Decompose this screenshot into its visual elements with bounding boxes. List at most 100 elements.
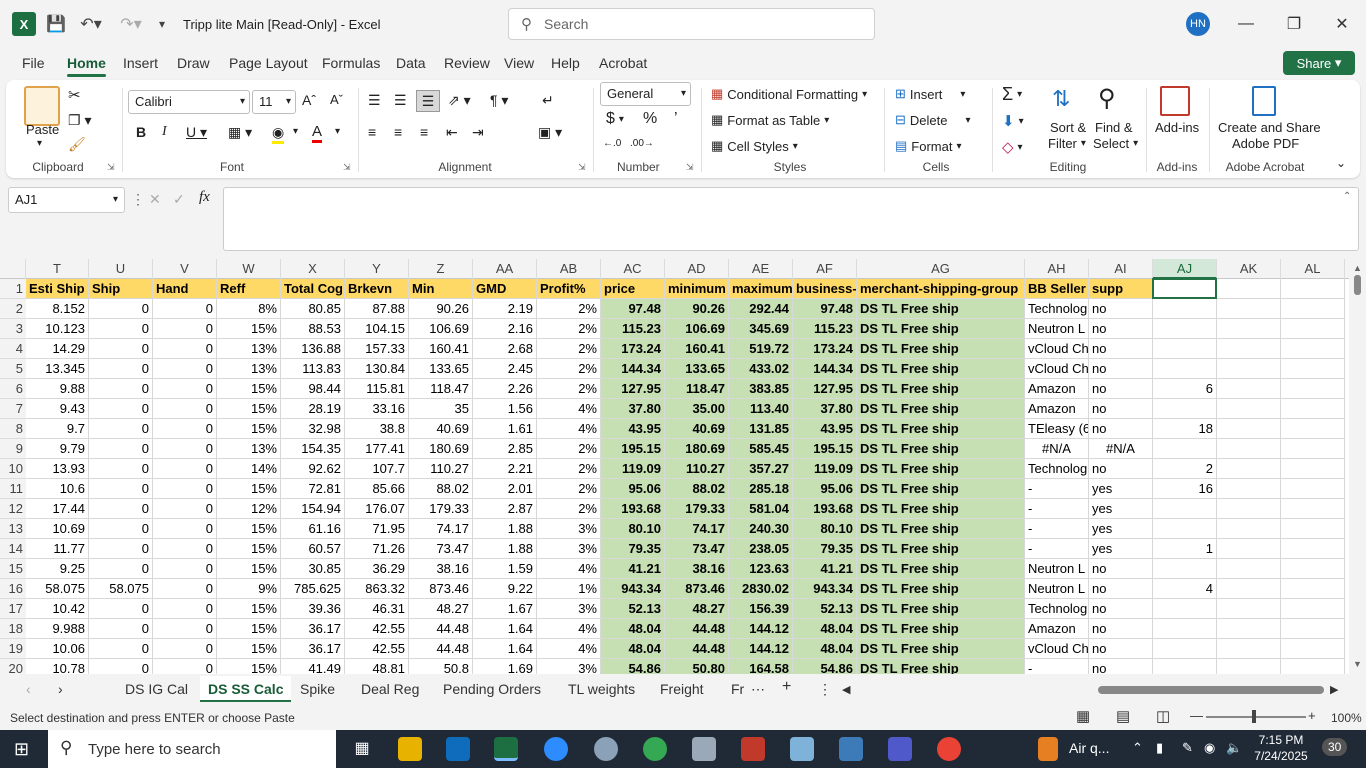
table-cell[interactable]: no [1089, 639, 1153, 659]
table-cell[interactable] [1281, 619, 1345, 639]
table-cell[interactable]: 433.02 [729, 359, 793, 379]
table-cell[interactable]: 15% [217, 319, 281, 339]
table-cell[interactable]: 180.69 [665, 439, 729, 459]
table-cell[interactable]: 106.69 [665, 319, 729, 339]
table-cell[interactable]: DS TL Free ship [857, 439, 1025, 459]
table-cell[interactable]: 44.48 [665, 639, 729, 659]
table-cell[interactable]: 0 [89, 499, 153, 519]
page-break-view-icon[interactable]: ◫ [1156, 707, 1170, 725]
table-cell[interactable]: 15% [217, 399, 281, 419]
table-cell[interactable]: no [1089, 619, 1153, 639]
column-header[interactable]: T [26, 259, 89, 279]
table-cell[interactable] [1281, 339, 1345, 359]
table-cell[interactable]: 0 [153, 459, 217, 479]
column-header[interactable]: AB [537, 259, 601, 279]
table-cell[interactable] [1217, 659, 1281, 674]
header-cell[interactable]: Hand [153, 279, 217, 299]
table-cell[interactable]: 144.12 [729, 619, 793, 639]
sheet-tab-active[interactable]: DS SS Calc [200, 676, 292, 702]
table-cell[interactable]: 10.6 [26, 479, 89, 499]
italic-button[interactable]: I [162, 124, 167, 140]
fill-dropdown-icon[interactable]: ▾ [293, 126, 298, 137]
sheet-tab[interactable]: DS IG Cal [125, 681, 188, 697]
table-cell[interactable]: 873.46 [409, 579, 473, 599]
find-select-button[interactable]: Select ▾ [1093, 136, 1138, 151]
table-cell[interactable]: 4% [537, 559, 601, 579]
table-cell[interactable]: 943.34 [793, 579, 857, 599]
number-launcher-icon[interactable]: ⇲ [686, 162, 694, 173]
table-cell[interactable]: 2.16 [473, 319, 537, 339]
table-cell[interactable] [1217, 419, 1281, 439]
table-cell[interactable]: 136.88 [281, 339, 345, 359]
table-cell[interactable] [1217, 539, 1281, 559]
table-cell[interactable]: 9% [217, 579, 281, 599]
table-cell[interactable] [1217, 639, 1281, 659]
table-cell[interactable]: 131.85 [729, 419, 793, 439]
table-cell[interactable]: 0 [153, 419, 217, 439]
table-cell[interactable]: 179.33 [409, 499, 473, 519]
search-box[interactable]: ⚲ Search [508, 8, 875, 40]
cell-styles-button[interactable]: ▦ Cell Styles ▾ [711, 138, 798, 154]
table-cell[interactable]: 71.95 [345, 519, 409, 539]
table-cell[interactable]: 15% [217, 519, 281, 539]
table-cell[interactable]: 0 [89, 639, 153, 659]
table-cell[interactable]: 0 [153, 399, 217, 419]
table-cell[interactable]: 156.39 [729, 599, 793, 619]
font-launcher-icon[interactable]: ⇲ [343, 162, 351, 173]
table-cell[interactable]: 4% [537, 639, 601, 659]
table-cell[interactable]: 9.25 [26, 559, 89, 579]
user-avatar[interactable]: HN [1186, 12, 1210, 36]
table-cell[interactable]: Technolog [1025, 299, 1089, 319]
app-icon[interactable] [790, 737, 814, 761]
table-cell[interactable]: 2 [1153, 459, 1217, 479]
table-cell[interactable]: 90.26 [409, 299, 473, 319]
excel-taskbar-icon[interactable] [494, 737, 518, 761]
cut-icon[interactable]: ✂ [68, 86, 81, 104]
table-cell[interactable]: 13% [217, 359, 281, 379]
font-color-dropdown-icon[interactable]: ▾ [335, 126, 340, 137]
table-cell[interactable]: 104.15 [345, 319, 409, 339]
table-cell[interactable]: yes [1089, 539, 1153, 559]
tab-page-layout[interactable]: Page Layout [229, 55, 308, 71]
tab-help[interactable]: Help [551, 55, 580, 71]
table-cell[interactable] [1281, 559, 1345, 579]
table-cell[interactable]: DS TL Free ship [857, 359, 1025, 379]
row-header[interactable]: 8 [0, 419, 26, 439]
table-cell[interactable]: 9.88 [26, 379, 89, 399]
table-cell[interactable]: 133.65 [665, 359, 729, 379]
table-cell[interactable] [1217, 379, 1281, 399]
table-cell[interactable] [1281, 299, 1345, 319]
insert-cells-button[interactable]: ⊞ Insert ▾ [895, 86, 965, 102]
table-cell[interactable]: 0 [89, 379, 153, 399]
table-cell[interactable]: 6 [1153, 379, 1217, 399]
table-cell[interactable]: 10.123 [26, 319, 89, 339]
table-cell[interactable]: 585.45 [729, 439, 793, 459]
table-cell[interactable]: 16 [1153, 479, 1217, 499]
table-cell[interactable]: no [1089, 379, 1153, 399]
header-cell[interactable]: Brkevn [345, 279, 409, 299]
table-cell[interactable]: 144.12 [729, 639, 793, 659]
header-cell[interactable]: merchant-shipping-group [857, 279, 1025, 299]
table-cell[interactable] [1217, 519, 1281, 539]
table-cell[interactable] [1153, 619, 1217, 639]
table-cell[interactable]: 0 [89, 399, 153, 419]
table-cell[interactable]: Amazon [1025, 379, 1089, 399]
table-cell[interactable]: 79.35 [601, 539, 665, 559]
table-cell[interactable]: 42.55 [345, 619, 409, 639]
table-cell[interactable]: 1.59 [473, 559, 537, 579]
more-sheets-icon[interactable]: ⋯ [751, 681, 765, 698]
header-cell[interactable] [1281, 279, 1345, 299]
table-cell[interactable]: 110.27 [409, 459, 473, 479]
column-header[interactable]: V [153, 259, 217, 279]
column-header[interactable]: U [89, 259, 153, 279]
percent-icon[interactable]: % [643, 110, 657, 128]
row-header[interactable]: 14 [0, 539, 26, 559]
chevron-up-icon[interactable]: ⌃ [1132, 740, 1143, 756]
table-cell[interactable]: 71.26 [345, 539, 409, 559]
sheet-tab[interactable]: Spike [300, 681, 335, 697]
table-cell[interactable]: 2830.02 [729, 579, 793, 599]
header-cell[interactable]: business- [793, 279, 857, 299]
create-pdf-icon[interactable] [1252, 86, 1276, 116]
table-cell[interactable]: 8.152 [26, 299, 89, 319]
chrome-icon[interactable] [937, 737, 961, 761]
